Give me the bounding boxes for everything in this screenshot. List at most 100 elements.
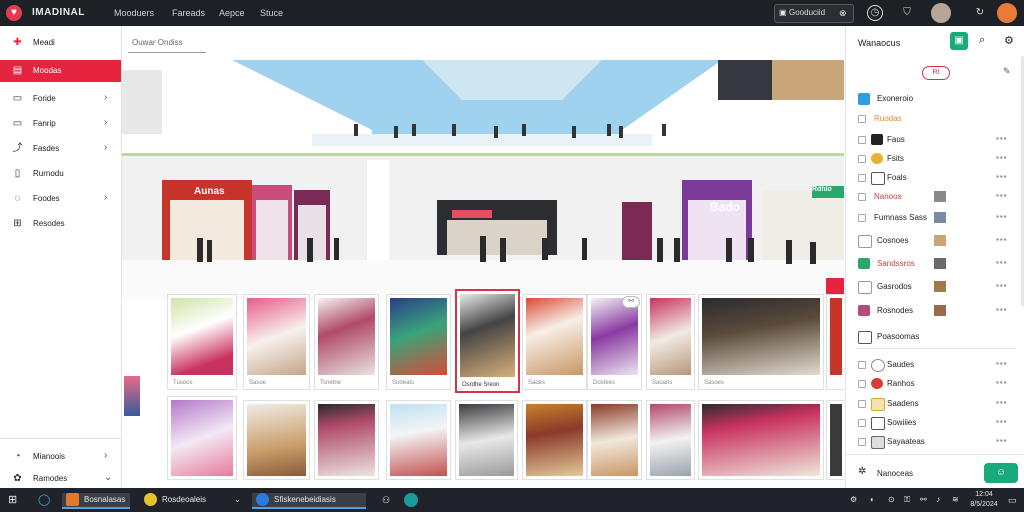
list-item[interactable]: Sandssros ▪▪▪ — [846, 255, 1024, 273]
heart-logo-icon[interactable]: ♥ — [6, 5, 22, 21]
checkbox[interactable] — [858, 136, 866, 144]
settings-icon[interactable]: ⚙ — [1004, 34, 1014, 47]
item-menu[interactable]: ▪▪▪ — [996, 436, 1008, 445]
checkbox[interactable] — [858, 174, 866, 182]
item-menu[interactable]: ▪▪▪ — [996, 417, 1008, 426]
taskbar-app[interactable]: Sfiskenebeidiasis — [252, 493, 366, 509]
list-item[interactable]: Poasoomas — [846, 328, 1024, 346]
list-item[interactable]: Saadens ▪▪▪ — [846, 395, 1024, 413]
tray-icon[interactable]: ⚿ — [904, 493, 910, 507]
image-thumbnail[interactable]: Tsnetne — [314, 294, 379, 390]
avatar[interactable] — [931, 3, 951, 23]
list-item[interactable]: Rosnodes ▪▪▪ — [846, 302, 1024, 320]
list-item[interactable]: Fumnass Sass ▪▪▪ — [846, 209, 1024, 227]
sidebar-item-fasdes[interactable]: ⤴ Fasdes › — [0, 138, 121, 160]
image-thumbnail[interactable]: Sasoes — [698, 294, 824, 390]
search-icon[interactable]: ⌕ — [979, 34, 985, 47]
wifi-icon[interactable]: ≋ — [952, 493, 959, 507]
group-header[interactable]: Exoneroio — [846, 90, 1024, 108]
image-thumbnail[interactable]: Tusoos — [167, 294, 237, 390]
list-item[interactable]: Gasrodos ▪▪▪ — [846, 278, 1024, 296]
checkbox[interactable] — [858, 155, 866, 163]
sidebar-item-moodas[interactable]: ▤ Moodas — [0, 60, 121, 82]
sidebar-item-resodes[interactable]: ⊞ Resodes — [0, 213, 121, 235]
image-thumbnail[interactable] — [167, 396, 237, 480]
checkbox[interactable] — [858, 115, 866, 123]
image-thumbnail[interactable] — [826, 294, 844, 390]
image-thumbnail[interactable]: Suoeats — [386, 294, 451, 390]
image-thumbnail[interactable] — [522, 400, 587, 480]
taskbar-app[interactable]: Bosnalasas — [62, 493, 130, 509]
app-tray-icon[interactable] — [404, 493, 418, 507]
notification-icon[interactable]: ▭ — [1008, 493, 1017, 507]
image-thumbnail[interactable]: Sades — [522, 294, 587, 390]
tab-header[interactable]: Ouwar Ondiss — [128, 34, 206, 53]
item-menu[interactable]: ▪▪▪ — [996, 281, 1008, 290]
list-item[interactable]: Ranhos ▪▪▪ — [846, 375, 1024, 393]
item-menu[interactable]: ▪▪▪ — [996, 359, 1008, 368]
image-thumbnail[interactable] — [386, 400, 451, 480]
list-item[interactable]: Foals ▪▪▪ — [846, 169, 1024, 187]
list-item[interactable]: Sowiiies ▪▪▪ — [846, 414, 1024, 432]
item-menu[interactable]: ▪▪▪ — [996, 305, 1008, 314]
edit-icon[interactable]: ✎ — [1003, 66, 1011, 77]
item-menu[interactable]: ▪▪▪ — [996, 398, 1008, 407]
image-thumbnail[interactable] — [587, 400, 642, 480]
image-thumbnail[interactable]: Dostees — [587, 294, 642, 390]
tray-icon[interactable]: ⚙ — [850, 493, 857, 507]
sidebar-item-foodes[interactable]: ◌ Foodes › — [0, 188, 121, 210]
sidebar-item-foride[interactable]: ▭ Foride › — [0, 88, 121, 110]
image-thumbnail[interactable] — [243, 400, 310, 480]
sidebar-item-rurnodu[interactable]: ▯ Rurnodu — [0, 163, 121, 185]
speaker-icon[interactable]: ♪ — [936, 493, 940, 507]
list-item[interactable]: Faus ▪▪▪ — [846, 131, 1024, 149]
item-menu[interactable]: ▪▪▪ — [996, 235, 1008, 244]
nav-item-aepce[interactable]: Aepce — [219, 8, 245, 18]
item-menu[interactable]: ▪▪▪ — [996, 153, 1008, 162]
filter-pill[interactable]: Rt — [922, 66, 950, 80]
checkbox[interactable] — [858, 214, 866, 222]
checkbox[interactable] — [858, 380, 866, 388]
sidebar-item-meadi[interactable]: ✚ Meadi — [0, 32, 121, 54]
shield-icon[interactable]: ⛉ — [899, 5, 915, 21]
cortana-icon[interactable]: ◯ — [38, 493, 50, 507]
sidebar-item-fanrip[interactable]: ▭ Fanrip › — [0, 113, 121, 135]
chevron-icon[interactable]: ⌄ — [234, 493, 241, 507]
profile-avatar[interactable] — [997, 3, 1017, 23]
nav-item-mooduers[interactable]: Mooduers — [114, 8, 154, 18]
checkbox[interactable] — [858, 400, 866, 408]
item-menu[interactable]: ▪▪▪ — [996, 258, 1008, 267]
nav-item-fareads[interactable]: Fareads — [172, 8, 205, 18]
nav-item-stuce[interactable]: Stuce — [260, 8, 283, 18]
checkbox[interactable] — [858, 419, 866, 427]
tray-icon[interactable]: ◐ — [870, 493, 875, 507]
close-icon[interactable]: ⊗ — [839, 8, 847, 19]
clock[interactable]: 12:04 8/5/2024 — [966, 490, 1002, 510]
list-item[interactable]: Sayaateas ▪▪▪ — [846, 433, 1024, 451]
image-thumbnail[interactable] — [698, 400, 824, 480]
link-icon[interactable]: ⚯ — [622, 296, 640, 308]
image-thumbnail[interactable] — [455, 400, 518, 480]
image-thumbnail[interactable] — [826, 400, 844, 480]
windows-start-icon[interactable]: ⊞ — [8, 493, 17, 507]
image-thumbnail[interactable]: Saoans — [646, 294, 695, 390]
tray-icon[interactable]: ⚯ — [920, 493, 927, 507]
image-thumbnail[interactable] — [314, 400, 379, 480]
checkbox[interactable] — [858, 193, 866, 201]
sidebar-item-ramodes[interactable]: ✿ Ramodes ⌄ — [0, 468, 121, 490]
item-menu[interactable]: ▪▪▪ — [996, 378, 1008, 387]
cloud-icon[interactable]: ⚇ — [382, 493, 390, 507]
tray-icon[interactable]: ⊙ — [888, 493, 895, 507]
image-thumbnail[interactable] — [646, 400, 695, 480]
list-item[interactable]: Saudes ▪▪▪ — [846, 356, 1024, 374]
item-menu[interactable]: ▪▪▪ — [996, 172, 1008, 181]
list-item[interactable]: Fsits ▪▪▪ — [846, 150, 1024, 168]
list-item[interactable]: Nanoos ▪▪▪ — [846, 188, 1024, 206]
search-input[interactable]: ▣ Gooduciid ⊗ — [774, 4, 854, 23]
sidebar-item-mianoois[interactable]: ◔ Mianoois › — [0, 446, 121, 468]
action-button[interactable]: ☺ — [984, 463, 1018, 483]
item-menu[interactable]: ▪▪▪ — [996, 191, 1008, 200]
item-menu[interactable]: ▪▪▪ — [996, 212, 1008, 221]
checkbox[interactable] — [858, 361, 866, 369]
checkbox[interactable] — [858, 438, 866, 446]
